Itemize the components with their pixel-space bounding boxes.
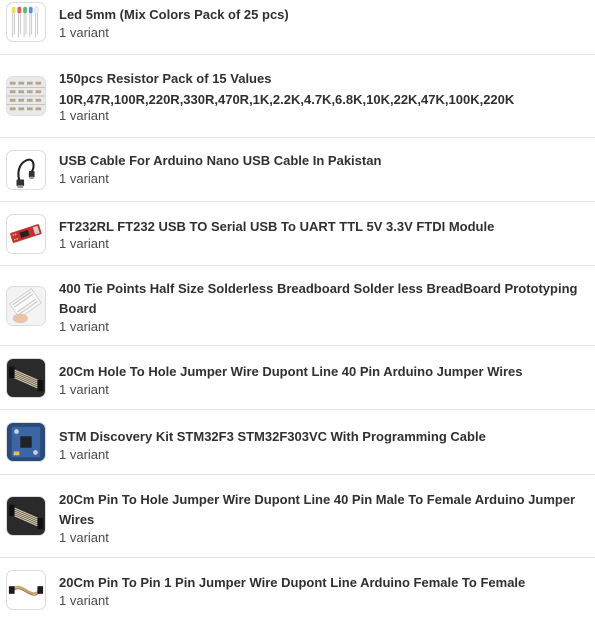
product-row[interactable]: 20Cm Pin To Pin 1 Pin Jumper Wire Dupont… [0,558,595,621]
variant-count: 1 variant [59,593,109,608]
variant-count: 1 variant [59,319,109,334]
jumper-wires-icon [6,358,46,398]
ftdi-module-icon [6,214,46,254]
product-row[interactable]: USB Cable For Arduino Nano USB Cable In … [0,138,595,202]
variant-count: 1 variant [59,530,109,545]
product-row[interactable]: 20Cm Hole To Hole Jumper Wire Dupont Lin… [0,346,595,410]
variant-count: 1 variant [59,382,109,397]
variant-count: 1 variant [59,447,109,462]
product-row[interactable]: 400 Tie Points Half Size Solderless Brea… [0,266,595,346]
product-title[interactable]: 150pcs Resistor Pack of 15 Values [59,69,587,89]
product-title[interactable]: 20Cm Pin To Pin 1 Pin Jumper Wire Dupont… [59,573,587,593]
product-title[interactable]: FT232RL FT232 USB TO Serial USB To UART … [59,217,587,237]
product-title-values: 10R,47R,100R,220R,330R,470R,1K,2.2K,4.7K… [59,92,515,107]
product-row[interactable]: STM Discovery Kit STM32F3 STM32F303VC Wi… [0,410,595,475]
product-title[interactable]: 400 Tie Points Half Size Solderless Brea… [59,279,587,319]
product-list: Led 5mm (Mix Colors Pack of 25 pcs) 1 va… [0,0,595,621]
variant-count: 1 variant [59,236,109,251]
variant-count: 1 variant [59,25,109,40]
resistor-pack-icon [6,76,46,116]
variant-count: 1 variant [59,171,109,186]
product-title[interactable]: Led 5mm (Mix Colors Pack of 25 pcs) [59,5,587,25]
single-jumper-icon [6,570,46,610]
stm-board-icon [6,422,46,462]
product-title[interactable]: 20Cm Hole To Hole Jumper Wire Dupont Lin… [59,362,587,382]
led-icon [6,2,46,42]
jumper-wires-icon [6,496,46,536]
product-title[interactable]: STM Discovery Kit STM32F3 STM32F303VC Wi… [59,427,587,447]
product-row[interactable]: 150pcs Resistor Pack of 15 Values 10R,47… [0,55,595,138]
variant-count: 1 variant [59,108,109,123]
product-row[interactable]: Led 5mm (Mix Colors Pack of 25 pcs) 1 va… [0,0,595,55]
product-row[interactable]: FT232RL FT232 USB TO Serial USB To UART … [0,202,595,266]
breadboard-icon [6,286,46,326]
product-title[interactable]: USB Cable For Arduino Nano USB Cable In … [59,151,587,171]
usb-cable-icon [6,150,46,190]
product-row[interactable]: 20Cm Pin To Hole Jumper Wire Dupont Line… [0,475,595,558]
product-title[interactable]: 20Cm Pin To Hole Jumper Wire Dupont Line… [59,490,587,530]
